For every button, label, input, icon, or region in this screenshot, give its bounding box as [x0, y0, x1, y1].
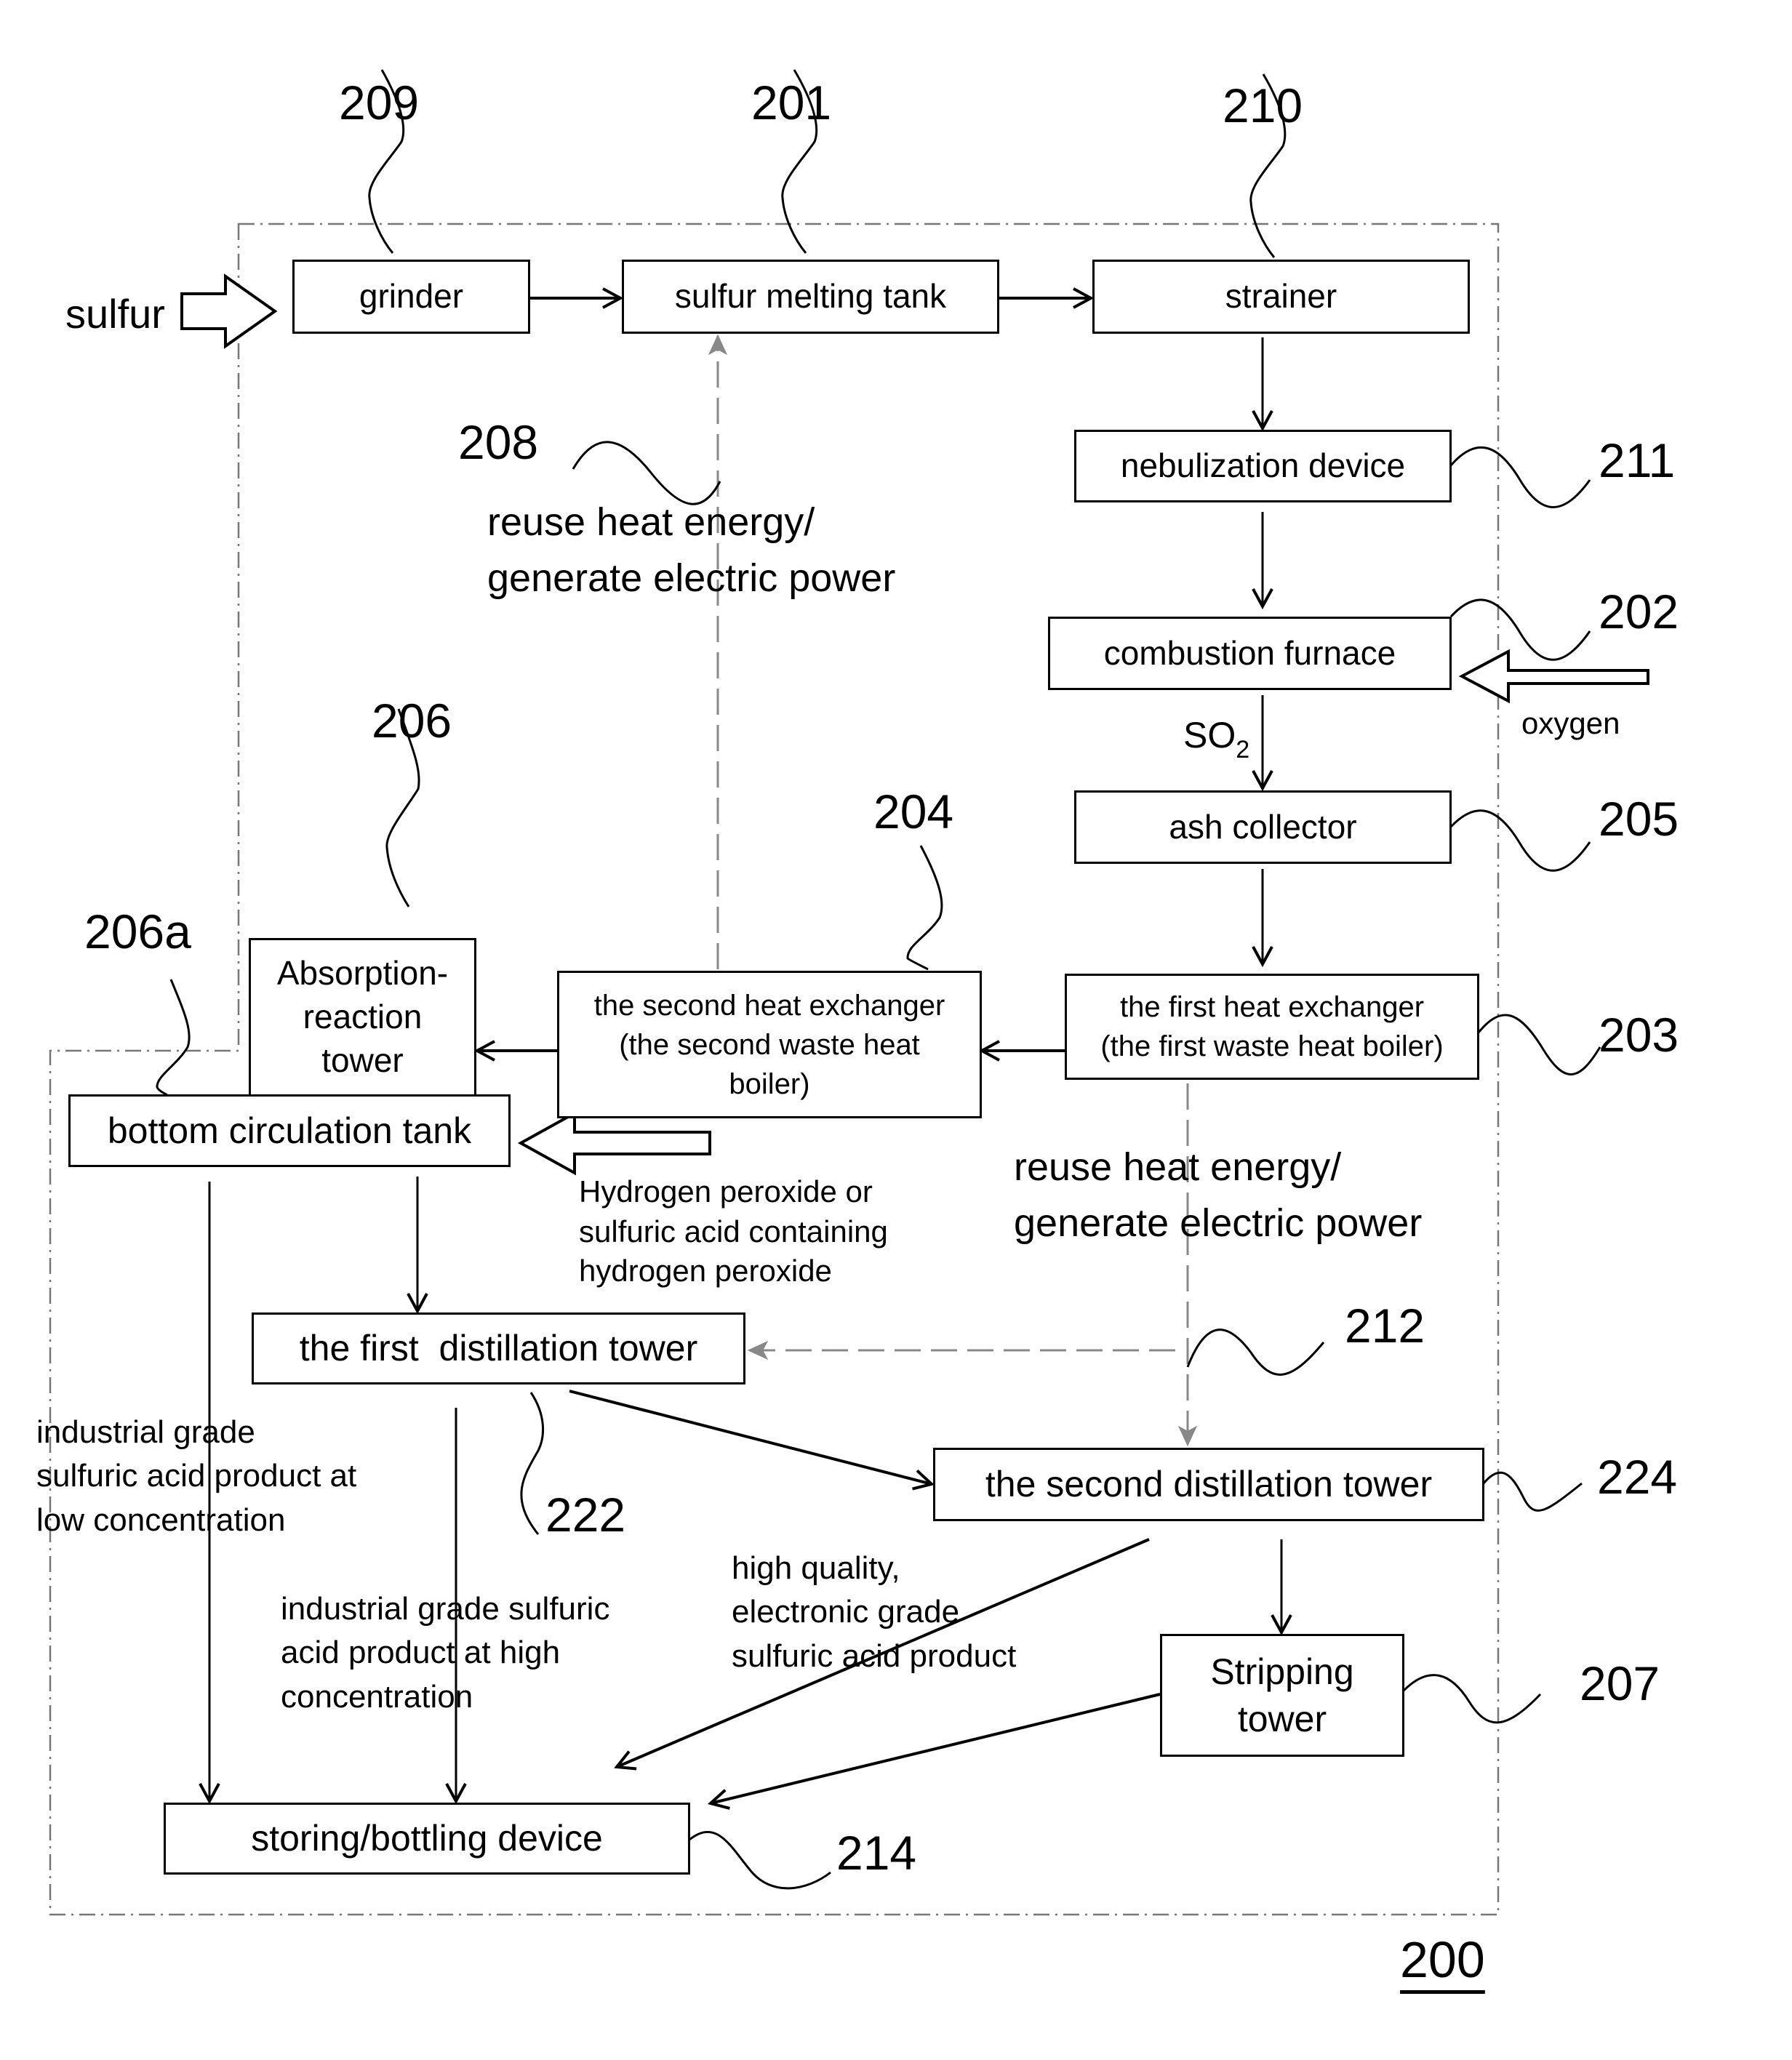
heat-reuse-note-212: reuse heat energy/ generate electric pow…: [1014, 1139, 1422, 1251]
product-electronic-line1: high quality,: [732, 1550, 900, 1586]
product-high-concentration-note: industrial grade sulfuric acid product a…: [281, 1587, 609, 1719]
product-electronic-line2: electronic grade: [732, 1594, 960, 1630]
stripping-tower-line1: Stripping: [1210, 1651, 1354, 1692]
leader-204-line: [908, 845, 942, 974]
stripping-tower-box: Stripping tower: [1160, 1634, 1404, 1757]
first-heat-exchanger-line1: the first heat exchanger: [1119, 991, 1425, 1023]
product-low-line3: low concentration: [36, 1502, 286, 1538]
product-high-line3: concentration: [281, 1678, 473, 1715]
ref-207: 207: [1580, 1656, 1660, 1710]
ref-208: 208: [458, 415, 539, 469]
ref-224: 224: [1597, 1450, 1678, 1504]
leader-204-curve: [908, 846, 942, 969]
oxygen-input-label: oxygen: [1521, 706, 1620, 740]
leader-212: [1186, 1328, 1325, 1376]
grinder-label: grinder: [359, 277, 464, 316]
ref-201: 201: [751, 76, 832, 129]
so2-label: SO2: [1183, 710, 1249, 767]
ref-204: 204: [873, 785, 954, 838]
leader-222: [520, 1392, 545, 1535]
leader-202: [1449, 598, 1591, 661]
nebulization-device-label: nebulization device: [1120, 446, 1406, 485]
second-heat-exchanger-box: the second heat exchanger (the second wa…: [557, 971, 982, 1118]
peroxide-line2: sulfuric acid containing: [579, 1214, 888, 1249]
peroxide-input-arrow: [517, 1110, 711, 1176]
second-heat-exchanger-line2: (the second waste heat: [619, 1028, 920, 1061]
product-electronic-line3: sulfuric acid product: [732, 1638, 1017, 1674]
storing-bottling-device-box: storing/bottling device: [164, 1803, 690, 1875]
combustion-furnace-label: combustion furnace: [1103, 633, 1396, 672]
strainer-box: strainer: [1092, 260, 1470, 334]
bottom-circulation-tank-box: bottom circulation tank: [68, 1094, 511, 1167]
strainer-label: strainer: [1225, 277, 1337, 316]
ref-210: 210: [1223, 79, 1303, 132]
ref-214: 214: [836, 1826, 917, 1880]
first-heat-exchanger-line2: (the first waste heat boiler): [1100, 1030, 1444, 1062]
product-low-line2: sulfuric acid product at: [36, 1458, 357, 1494]
ref-205: 205: [1599, 792, 1679, 846]
combustion-furnace-box: combustion furnace: [1048, 617, 1452, 690]
peroxide-line1: Hydrogen peroxide or: [579, 1174, 873, 1209]
product-low-line1: industrial grade: [36, 1414, 255, 1450]
arrow-stripping-to-storing: [711, 1693, 1161, 1803]
first-distillation-tower-box: the first distillation tower: [252, 1312, 745, 1384]
leader-214: [689, 1830, 831, 1890]
ref-211: 211: [1599, 433, 1676, 487]
so2-main: SO: [1183, 715, 1236, 756]
stripping-tower-line2: tower: [1237, 1698, 1327, 1739]
heat-reuse-208-line1: reuse heat energy/: [487, 500, 815, 544]
ash-collector-label: ash collector: [1169, 807, 1357, 846]
product-high-line2: acid product at high: [281, 1635, 561, 1671]
peroxide-line3: hydrogen peroxide: [579, 1254, 832, 1288]
first-heat-exchanger-box: the first heat exchanger (the first wast…: [1065, 974, 1479, 1080]
bottom-circulation-tank-label: bottom circulation tank: [107, 1110, 472, 1151]
ref-203: 203: [1599, 1008, 1679, 1062]
second-heat-exchanger-line1: the second heat exchanger: [593, 989, 945, 1022]
product-low-concentration-note: industrial grade sulfuric acid product a…: [36, 1411, 356, 1542]
leader-204-main: [906, 845, 943, 971]
figure-number: 200: [1400, 1931, 1485, 1988]
sulfur-melting-tank-box: sulfur melting tank: [622, 260, 999, 334]
product-high-line1: industrial grade sulfuric: [281, 1591, 610, 1627]
first-distillation-tower-label: the first distillation tower: [299, 1328, 698, 1368]
leader-207: [1402, 1674, 1542, 1724]
sulfur-input-label: sulfur: [65, 291, 165, 337]
heat-reuse-208-line2: generate electric power: [487, 556, 896, 600]
ref-212: 212: [1345, 1299, 1425, 1352]
leader-211: [1449, 446, 1591, 508]
ref-209: 209: [339, 76, 420, 129]
so2-subscript: 2: [1236, 736, 1250, 764]
storing-bottling-device-label: storing/bottling device: [251, 1818, 603, 1859]
absorption-tower-line3: tower: [321, 1041, 404, 1079]
absorption-reaction-tower-box: Absorption- reaction tower: [249, 938, 476, 1097]
nebulization-device-box: nebulization device: [1074, 430, 1452, 502]
absorption-tower-line2: reaction: [303, 998, 423, 1036]
leader-203: [1477, 1014, 1601, 1075]
second-heat-exchanger-line3: boiler): [729, 1067, 810, 1100]
ref-206: 206: [372, 694, 452, 748]
peroxide-input-label: Hydrogen peroxide or sulfuric acid conta…: [579, 1172, 888, 1291]
grinder-box: grinder: [292, 260, 530, 334]
ash-collector-box: ash collector: [1074, 790, 1452, 864]
leader-205: [1449, 809, 1591, 872]
arrow-dist1-to-dist2: [569, 1390, 932, 1484]
leader-206a: [156, 979, 191, 1097]
ref-222: 222: [545, 1488, 626, 1542]
heat-reuse-212-line1: reuse heat energy/: [1014, 1145, 1342, 1189]
heat-reuse-note-208: reuse heat energy/ generate electric pow…: [487, 494, 895, 606]
ref-206a: 206a: [84, 905, 191, 958]
sulfur-melting-tank-label: sulfur melting tank: [674, 277, 947, 316]
product-electronic-grade-note: high quality, electronic grade sulfuric …: [732, 1547, 1016, 1678]
absorption-tower-line1: Absorption-: [276, 954, 449, 993]
ref-202: 202: [1599, 585, 1679, 638]
heat-reuse-212-line2: generate electric power: [1014, 1201, 1423, 1245]
sulfur-input-arrow: [180, 273, 278, 349]
second-distillation-tower-box: the second distillation tower: [933, 1448, 1484, 1521]
second-distillation-tower-label: the second distillation tower: [985, 1464, 1433, 1504]
